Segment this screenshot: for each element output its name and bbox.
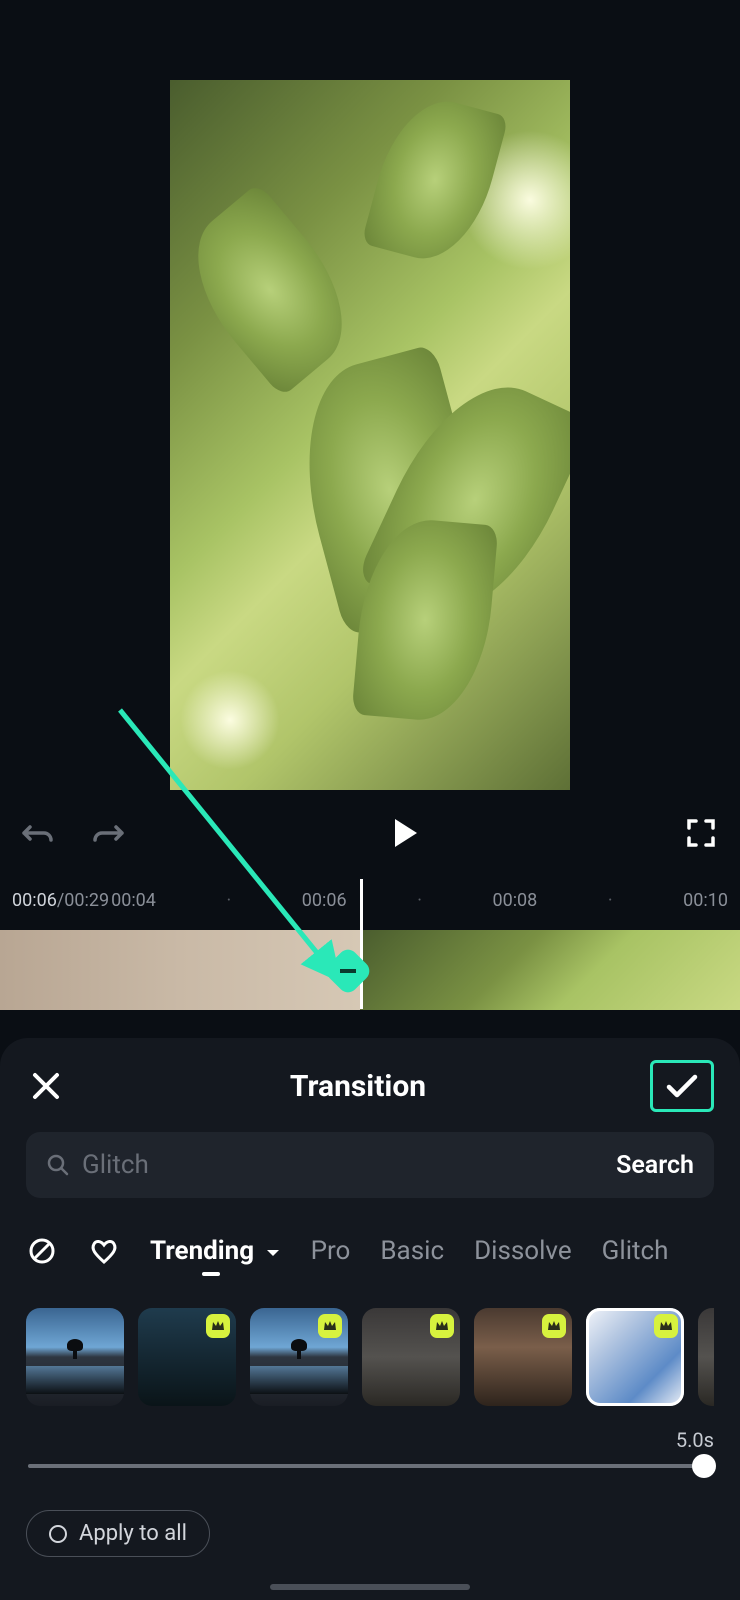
chevron-down-icon [265, 1236, 281, 1266]
video-preview-area [0, 0, 740, 790]
confirm-button[interactable] [650, 1060, 714, 1112]
close-icon [31, 1071, 61, 1101]
duration-value: 5.0s [676, 1428, 714, 1452]
video-preview[interactable] [170, 80, 570, 790]
time-mark: 00:10 [683, 890, 728, 911]
transition-thumbnails [26, 1308, 714, 1406]
tab-dissolve[interactable]: Dissolve [474, 1236, 572, 1266]
time-mark: 00:06 [302, 890, 347, 911]
transition-item[interactable] [698, 1308, 714, 1406]
tab-glitch[interactable]: Glitch [602, 1236, 669, 1266]
timeline[interactable] [0, 925, 740, 1015]
playhead[interactable] [360, 879, 363, 1009]
transition-panel: Transition Glitch Search [0, 1038, 740, 1600]
play-button[interactable] [384, 813, 424, 853]
transition-item[interactable] [474, 1308, 572, 1406]
check-icon [665, 1073, 699, 1099]
transition-item[interactable] [586, 1308, 684, 1406]
transition-item[interactable] [362, 1308, 460, 1406]
timeline-clip[interactable] [0, 930, 360, 1010]
duration-slider[interactable] [28, 1464, 712, 1468]
fullscreen-icon [686, 818, 716, 848]
search-button[interactable]: Search [596, 1151, 694, 1180]
tab-pro[interactable]: Pro [311, 1236, 351, 1266]
current-time: 00:06 [12, 890, 57, 911]
crown-icon [430, 1314, 454, 1338]
tab-basic[interactable]: Basic [380, 1236, 444, 1266]
search-bar: Glitch Search [26, 1132, 714, 1198]
redo-icon [90, 819, 124, 847]
category-tabs: Trending Pro Basic Dissolve Glitch [26, 1228, 714, 1274]
timeline-clip[interactable] [360, 930, 740, 1010]
total-time: 00:29 [64, 890, 109, 911]
crown-icon [542, 1314, 566, 1338]
panel-title: Transition [66, 1069, 650, 1104]
undo-icon [22, 819, 56, 847]
slider-handle[interactable] [692, 1454, 716, 1478]
search-icon [46, 1153, 70, 1177]
playback-controls [0, 790, 740, 875]
none-icon [27, 1236, 57, 1266]
apply-to-all-button[interactable]: Apply to all [26, 1510, 210, 1557]
search-placeholder: Glitch [82, 1150, 149, 1180]
close-button[interactable] [26, 1066, 66, 1106]
transition-item[interactable] [138, 1308, 236, 1406]
duration-slider-row: 5.0s [26, 1430, 714, 1482]
crown-icon [654, 1314, 678, 1338]
favorites-tab[interactable] [88, 1235, 120, 1267]
fullscreen-button[interactable] [682, 814, 720, 852]
crown-icon [206, 1314, 230, 1338]
play-icon [395, 819, 417, 847]
time-mark: 00:08 [492, 890, 537, 911]
radio-icon [49, 1525, 67, 1543]
redo-button[interactable] [88, 814, 126, 852]
home-indicator[interactable] [270, 1584, 470, 1590]
time-mark: 00:04 [111, 890, 156, 911]
undo-button[interactable] [20, 814, 58, 852]
tab-trending[interactable]: Trending [150, 1236, 281, 1266]
time-ruler: 00:06/00:29 00:04 · 00:06 · 00:08 · 00:1… [0, 875, 740, 925]
none-tab[interactable] [26, 1235, 58, 1267]
search-input[interactable]: Glitch [46, 1150, 596, 1180]
crown-icon [318, 1314, 342, 1338]
heart-icon [89, 1236, 119, 1266]
transition-item[interactable] [26, 1308, 124, 1406]
apply-to-all-label: Apply to all [79, 1521, 187, 1546]
transition-item[interactable] [250, 1308, 348, 1406]
